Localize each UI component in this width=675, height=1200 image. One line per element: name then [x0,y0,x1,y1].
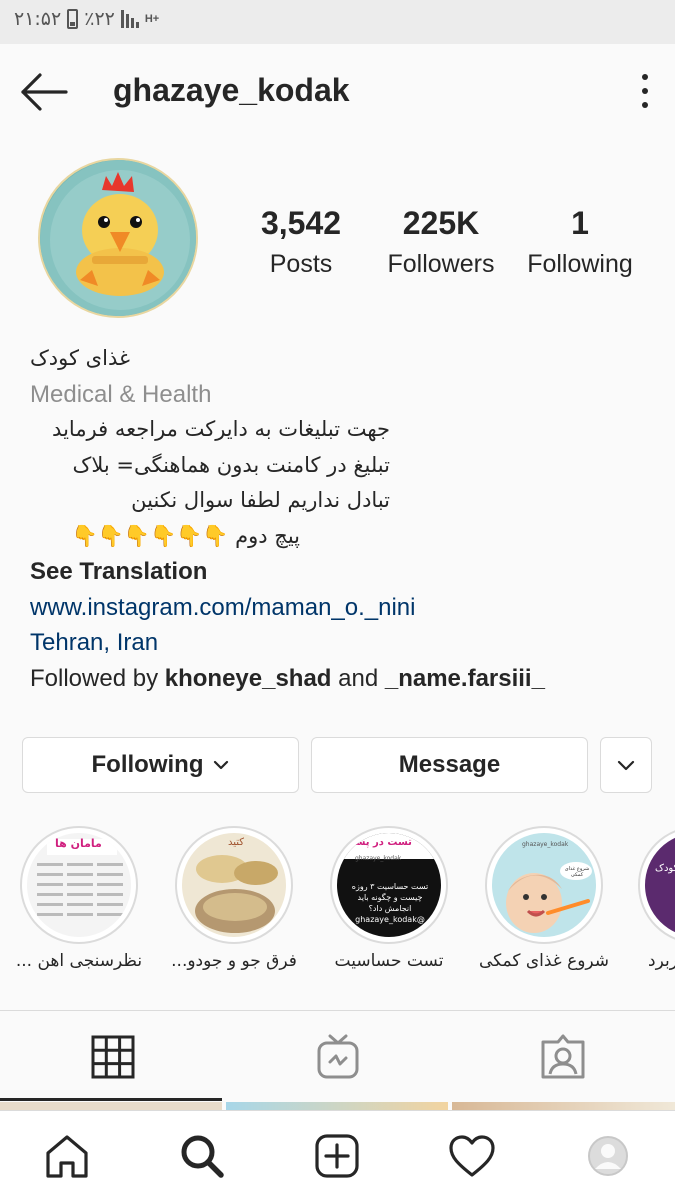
page-title: ghazaye_kodak [113,72,350,108]
status-left: ۲۱:۵۲ ٪۲۲ H+ [14,8,159,30]
chick-illustration [40,160,196,316]
bio-line: پیچ دوم 👇👇👇👇👇👇 [71,523,300,548]
stat-followers[interactable]: 225K Followers [380,205,502,279]
status-time: ۲۱:۵۲ [14,8,62,30]
highlight-item[interactable]: ghazaye_kodak شروع غذای کمکی شروع غذای ک… [479,826,609,971]
highlight-image-text: شروع غذای کمکی [564,866,590,878]
highlight-ring: کتید [175,826,293,944]
stat-following-label: Following [527,250,633,278]
highlight-image-text: کودک [655,863,675,874]
bio-line: تبلیغ در کامنت بدون هماهنگی= بلاک [72,452,390,477]
profile-name: غذای کودک [30,346,130,370]
website-link[interactable]: www.instagram.com/maman_o._nini [30,590,650,626]
message-button[interactable]: Message [311,737,588,793]
bio-line: جهت تبلیغات به دایرکت مراجعه فرماید [52,417,390,441]
highlight-image-header: تست در پست [345,837,412,848]
signal-icon [120,10,139,28]
highlight-image-text: تست حساسیت ۳ روزه چیست و چگونه باید انجا… [351,882,429,924]
tab-grid[interactable] [0,1011,225,1103]
add-post-icon [315,1134,359,1178]
followed-by[interactable]: Followed by khoneye_shad and _name.farsi… [30,661,650,697]
highlight-image-watermark: ghazaye_kodak [355,855,402,862]
stat-following[interactable]: 1 Following [520,205,640,279]
status-bar: ۲۱:۵۲ ٪۲۲ H+ [0,0,675,44]
stat-posts[interactable]: 3,542 Posts [246,205,356,279]
highlight-item[interactable]: تست در پست ghazaye_kodak تست حساسیت ۳ رو… [330,826,448,971]
chevron-down-icon [214,760,229,770]
avatar [588,1136,628,1176]
igtv-icon [317,1034,358,1079]
highlight-item[interactable]: کودک کاربرد [638,826,675,971]
stat-followers-value: 225K [402,205,480,241]
highlight-ring: ghazaye_kodak شروع غذای کمکی [485,826,603,944]
highlight-item[interactable]: کتید فرق جو و جودو... [171,826,297,971]
bio-line: تبادل نداریم لطفا سوال نکنین [131,488,390,512]
location-link[interactable]: Tehran, Iran [30,625,650,661]
tab-igtv[interactable] [225,1011,450,1103]
more-options-button[interactable] [639,74,651,108]
stat-following-value: 1 [571,205,589,241]
heart-icon [449,1135,495,1177]
highlight-label: کاربرد [648,951,675,971]
active-tab-indicator [0,1098,222,1101]
tab-tagged[interactable] [450,1011,675,1103]
highlight-label: تست حساسیت [334,951,444,971]
followed-by-and: and [331,664,385,692]
nav-home[interactable] [42,1131,92,1181]
search-icon [181,1135,224,1178]
home-icon [46,1135,88,1178]
profile-actions: Following Message [22,737,654,793]
profile-bio: غذای کودک Medical & Health جهت تبلیغات ب… [30,340,650,696]
nav-new-post[interactable] [312,1131,362,1181]
nav-activity[interactable] [447,1131,497,1181]
back-arrow-icon [21,73,68,111]
highlight-image: ghazaye_kodak شروع غذای کمکی [492,833,596,937]
highlight-image: کودک [645,833,675,937]
message-button-label: Message [398,751,501,778]
grid-icon [91,1035,134,1079]
network-type: H+ [144,13,160,25]
highlight-image: کتید [182,833,286,937]
followed-by-prefix: Followed by [30,664,165,692]
following-button-label: Following [91,751,204,778]
following-button[interactable]: Following [22,737,299,793]
highlight-ring: کودک [638,826,675,944]
avatar[interactable] [38,158,198,318]
highlight-item[interactable]: مامان ها نظرسنجی اهن ... [16,826,142,971]
stat-followers-label: Followers [387,250,495,278]
highlight-ring: تست در پست ghazaye_kodak تست حساسیت ۳ رو… [330,826,448,944]
followed-by-user[interactable]: khoneye_shad [165,665,332,692]
nav-profile[interactable] [583,1131,633,1181]
battery-icon [67,9,79,29]
profile-tabs [0,1010,675,1102]
highlight-image: تست در پست ghazaye_kodak تست حساسیت ۳ رو… [337,833,441,937]
suggested-accounts-button[interactable] [600,737,652,793]
highlight-label: شروع غذای کمکی [478,951,610,971]
highlight-image: مامان ها [27,833,131,937]
back-button[interactable] [20,72,68,112]
bottom-navigation [0,1110,675,1200]
profile-category: Medical & Health [30,380,212,408]
stat-posts-value: 3,542 [260,205,342,241]
profile-header: ghazaye_kodak [0,44,675,144]
more-dots-icon [642,74,648,80]
story-highlights: مامان ها نظرسنجی اهن ... کتید فرق جو و ج… [0,826,675,986]
tagged-icon [541,1034,584,1079]
chevron-down-icon [617,760,635,770]
see-translation-link[interactable]: See Translation [30,554,650,590]
stat-posts-label: Posts [269,250,333,278]
highlight-ring: مامان ها [20,826,138,944]
nav-search[interactable] [177,1131,227,1181]
highlight-label: فرق جو و جودو... [171,951,297,971]
followed-by-user[interactable]: _name.farsiii_ [385,665,545,692]
battery-percent: ٪۲۲ [84,8,115,30]
